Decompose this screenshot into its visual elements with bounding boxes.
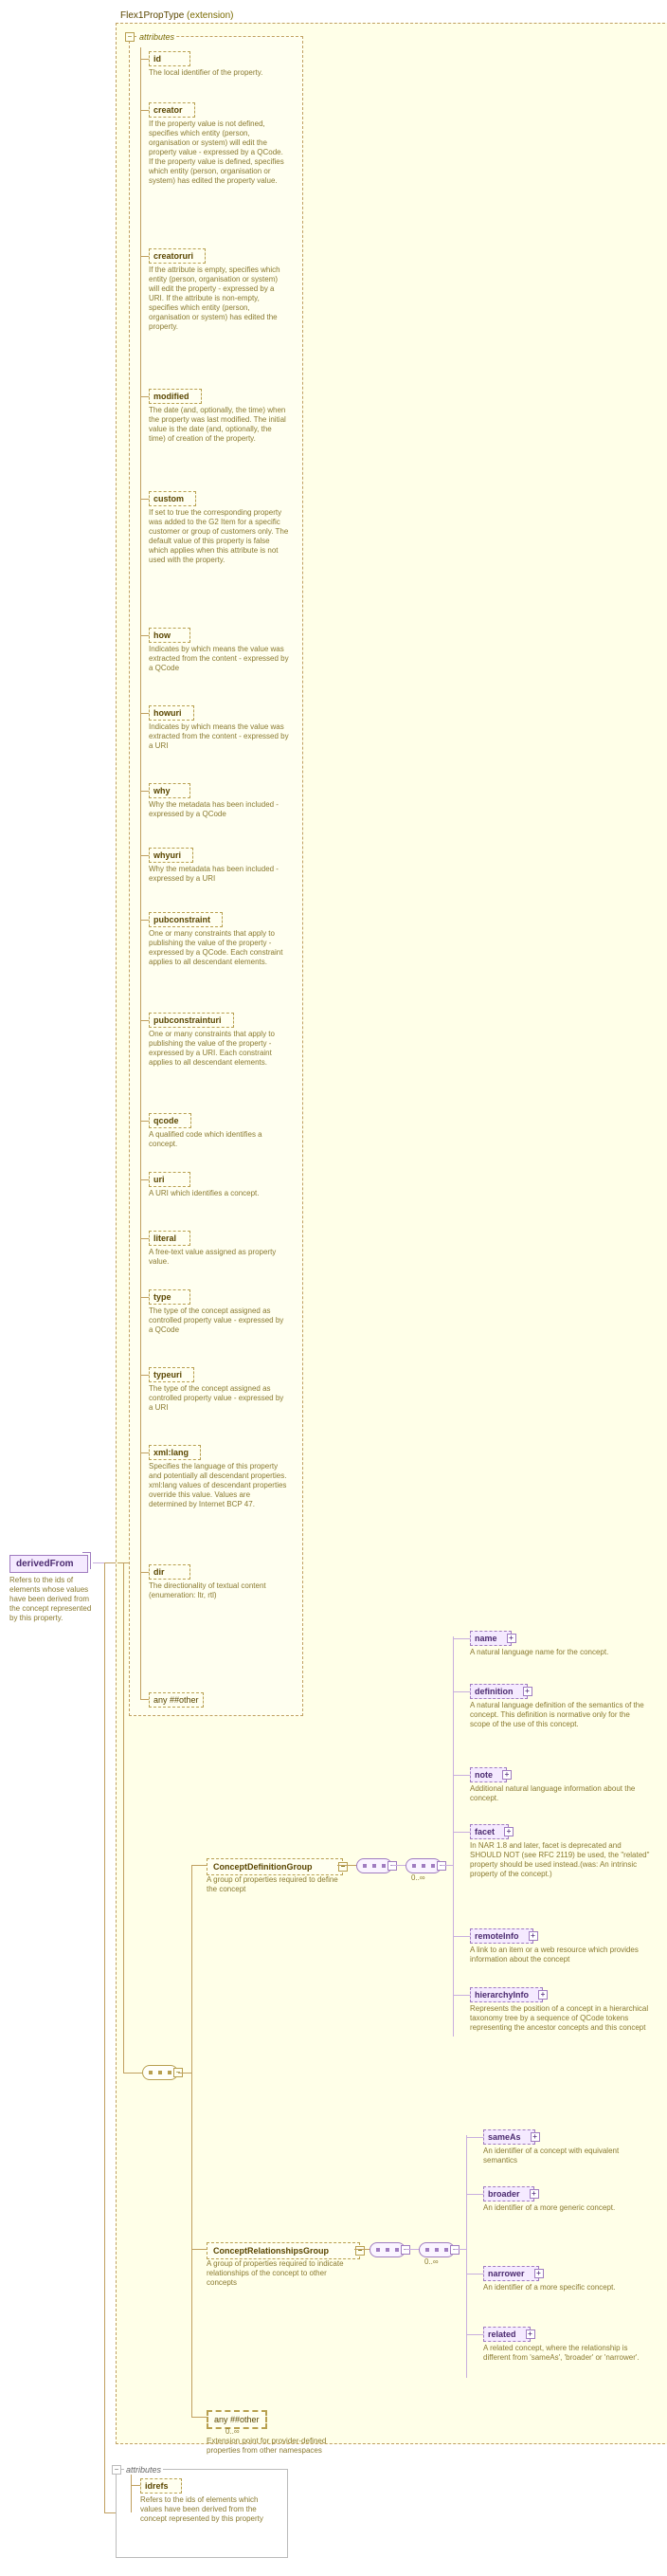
group-concept-definition-desc: A group of properties required to define… (207, 1875, 339, 1894)
any-other-sequence[interactable]: any ##other (207, 2410, 267, 2429)
minus-icon[interactable]: − (388, 1861, 397, 1871)
plus-icon[interactable]: + (507, 1634, 516, 1643)
attr-desc: A URI which identifies a concept. (149, 1189, 289, 1198)
attr-pubconstraint[interactable]: pubconstraint (149, 912, 223, 927)
attr-desc: The type of the concept assigned as cont… (149, 1306, 289, 1335)
attr-desc: Why the metadata has been included - exp… (149, 800, 289, 819)
element-desc: A link to an item or a web resource whic… (470, 1946, 650, 1964)
occurrence-def: 0..∞ (411, 1873, 425, 1882)
attr-desc: If set to true the corresponding propert… (149, 508, 289, 565)
minus-icon[interactable]: − (355, 2246, 365, 2256)
group-concept-definition[interactable]: ConceptDefinitionGroup − (207, 1858, 343, 1875)
element-hierarchyInfo[interactable]: hierarchyInfo+ (470, 1987, 543, 2002)
attr-id[interactable]: id (149, 51, 190, 66)
element-narrower[interactable]: narrower+ (483, 2266, 539, 2281)
attr-idrefs[interactable]: idrefs (140, 2478, 182, 2494)
minus-icon[interactable]: − (338, 1862, 348, 1872)
attr-desc: The directionality of textual content (e… (149, 1581, 289, 1600)
any-other-attributes[interactable]: any ##other (149, 1692, 204, 1708)
element-desc: In NAR 1.8 and later, facet is deprecate… (470, 1841, 650, 1879)
attr-howuri[interactable]: howuri (149, 705, 194, 721)
element-definition[interactable]: definition+ (470, 1684, 528, 1699)
attr-whyuri[interactable]: whyuri (149, 848, 193, 863)
minus-icon[interactable]: − (125, 32, 135, 42)
attributes-title-2: attributes (124, 2465, 163, 2475)
element-desc: A related concept, where the relationshi… (483, 2344, 654, 2363)
group-concept-relationships[interactable]: ConceptRelationshipsGroup − (207, 2242, 360, 2259)
minus-icon[interactable]: − (450, 2245, 460, 2255)
attr-desc: One or many constraints that apply to pu… (149, 1030, 289, 1068)
attr-desc: Why the metadata has been included - exp… (149, 865, 289, 884)
element-desc: Represents the position of a concept in … (470, 2004, 650, 2033)
attr-modified[interactable]: modified (149, 389, 202, 404)
sequence-compositor-def[interactable]: − (356, 1858, 392, 1873)
attr-desc: A free-text value assigned as property v… (149, 1248, 289, 1267)
occurrence-any: 0..∞ (225, 2427, 240, 2436)
attr-idrefs-desc: Refers to the ids of elements which valu… (140, 2495, 279, 2524)
attr-desc: If the property value is not defined, sp… (149, 119, 289, 186)
element-desc: A natural language name for the concept. (470, 1648, 650, 1657)
attr-xml-lang[interactable]: xml:lang (149, 1445, 201, 1460)
minus-icon[interactable]: − (112, 2465, 121, 2475)
element-name[interactable]: name+ (470, 1631, 512, 1646)
root-element-label: derivedFrom (16, 1559, 74, 1569)
attr-desc: If the attribute is empty, specifies whi… (149, 265, 289, 332)
attr-custom[interactable]: custom (149, 491, 196, 506)
attr-how[interactable]: how (149, 628, 190, 643)
attr-desc: The date (and, optionally, the time) whe… (149, 406, 289, 444)
element-note[interactable]: note+ (470, 1767, 507, 1782)
attr-desc: One or many constraints that apply to pu… (149, 929, 289, 967)
attr-desc: Indicates by which means the value was e… (149, 722, 289, 751)
choice-compositor-rel[interactable]: − (419, 2242, 455, 2257)
plus-icon[interactable]: + (531, 2132, 540, 2142)
attr-creatoruri[interactable]: creatoruri (149, 248, 206, 264)
sequence-compositor-main[interactable]: − (142, 2065, 178, 2080)
attr-desc: The type of the concept assigned as cont… (149, 1384, 289, 1413)
attr-typeuri[interactable]: typeuri (149, 1367, 194, 1382)
element-remoteInfo[interactable]: remoteInfo+ (470, 1928, 533, 1944)
plus-icon[interactable]: + (523, 1687, 532, 1696)
schema-diagram: derivedFrom Refers to the ids of element… (9, 9, 667, 2567)
plus-icon[interactable]: + (530, 2189, 539, 2199)
extension-label: Flex1PropType (extension) (120, 10, 234, 21)
attr-desc: Specifies the language of this property … (149, 1462, 289, 1509)
minus-icon[interactable]: − (401, 2245, 410, 2255)
element-desc: An identifier of a concept with equivale… (483, 2147, 654, 2165)
element-desc: An identifier of a more generic concept. (483, 2203, 654, 2213)
attr-qcode[interactable]: qcode (149, 1113, 191, 1128)
plus-icon[interactable]: + (534, 2269, 544, 2278)
element-sameAs[interactable]: sameAs+ (483, 2129, 535, 2145)
element-broader[interactable]: broader+ (483, 2186, 534, 2201)
attr-literal[interactable]: literal (149, 1231, 190, 1246)
attr-uri[interactable]: uri (149, 1172, 190, 1187)
attr-pubconstrainturi[interactable]: pubconstrainturi (149, 1013, 234, 1028)
attr-desc: A qualified code which identifies a conc… (149, 1130, 289, 1149)
element-related[interactable]: related+ (483, 2327, 531, 2342)
minus-icon[interactable]: − (437, 1861, 446, 1871)
element-desc: A natural language definition of the sem… (470, 1701, 650, 1729)
plus-icon[interactable]: + (526, 2329, 535, 2339)
attr-desc: Indicates by which means the value was e… (149, 645, 289, 673)
occurrence-rel: 0..∞ (424, 2257, 439, 2266)
any-other-desc: Extension point for provider-defined pro… (207, 2437, 339, 2456)
attr-dir[interactable]: dir (149, 1564, 190, 1580)
attr-creator[interactable]: creator (149, 102, 195, 118)
element-desc: Additional natural language information … (470, 1784, 650, 1803)
plus-icon[interactable]: + (538, 1990, 548, 2000)
element-desc: An identifier of a more specific concept… (483, 2283, 654, 2293)
plus-icon[interactable]: + (504, 1827, 514, 1836)
root-element[interactable]: derivedFrom (9, 1555, 88, 1573)
element-facet[interactable]: facet+ (470, 1824, 509, 1839)
attr-type[interactable]: type (149, 1289, 190, 1305)
choice-compositor-def[interactable]: − (406, 1858, 442, 1873)
sequence-compositor-rel[interactable]: − (370, 2242, 406, 2257)
root-element-desc: Refers to the ids of elements whose valu… (9, 1576, 99, 1623)
plus-icon[interactable]: + (529, 1931, 538, 1941)
group-concept-relationships-desc: A group of properties required to indica… (207, 2259, 349, 2288)
attributes-title-1: attributes (137, 32, 176, 42)
plus-icon[interactable]: + (502, 1770, 512, 1780)
attr-why[interactable]: why (149, 783, 190, 798)
attr-desc: The local identifier of the property. (149, 68, 289, 78)
